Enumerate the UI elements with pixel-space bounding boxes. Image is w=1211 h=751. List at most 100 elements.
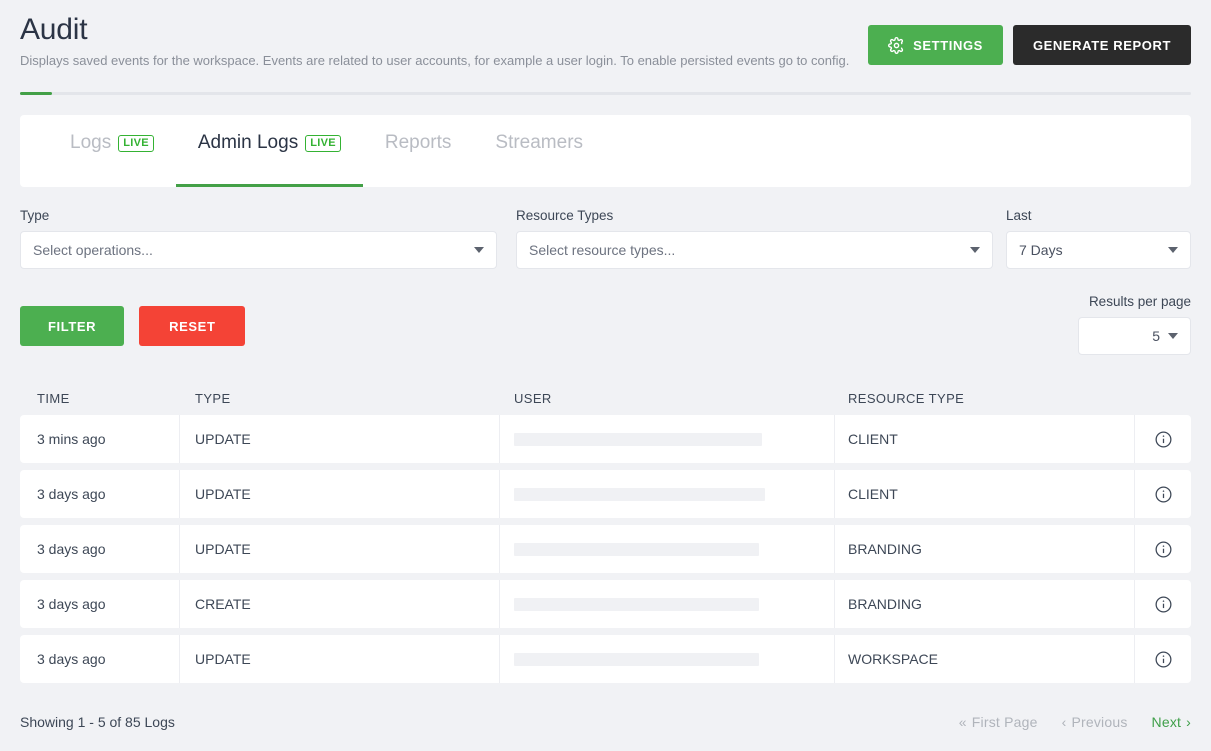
- results-per-page: Results per page 5: [1078, 294, 1191, 355]
- cell-user: [500, 415, 835, 463]
- next-page-label: Next: [1151, 714, 1182, 730]
- generate-report-label: GENERATE REPORT: [1032, 37, 1171, 53]
- cell-user: [500, 635, 835, 683]
- tab-admin-logs-live-badge: LIVE: [305, 134, 341, 152]
- cell-time: 3 days ago: [20, 580, 180, 628]
- info-icon[interactable]: [1154, 650, 1173, 669]
- resource-types-filter: Resource Types Select resource types...: [516, 208, 993, 269]
- chevron-down-icon: [1168, 247, 1178, 253]
- redacted-user-value: [514, 652, 759, 666]
- table-body: 3 mins ago UPDATE CLIENT 3 days ago UPDATE CL…: [20, 415, 1191, 683]
- filter-actions: FILTER RESET: [20, 306, 246, 346]
- cell-user: [500, 525, 835, 573]
- audit-page: Audit Displays saved events for the work…: [0, 0, 1211, 751]
- results-per-page-value: 5: [1152, 328, 1160, 344]
- results-per-page-label: Results per page: [1088, 294, 1191, 309]
- settings-button[interactable]: SETTINGS: [868, 25, 1003, 65]
- double-chevron-left-icon: «: [958, 714, 967, 730]
- gear-icon: [888, 36, 905, 54]
- type-filter-label: Type: [20, 208, 50, 223]
- redacted-user-value: [514, 487, 765, 501]
- info-icon[interactable]: [1154, 595, 1173, 614]
- cell-type: UPDATE: [180, 525, 500, 573]
- tab-admin-logs[interactable]: Admin Logs LIVE: [175, 115, 363, 187]
- previous-page-button[interactable]: ‹ Previous: [1062, 714, 1128, 730]
- cell-actions: [1135, 525, 1191, 573]
- type-select-value: Select operations...: [33, 242, 153, 258]
- tab-bar: Logs LIVE Admin Logs LIVE Reports Stream…: [20, 115, 1191, 187]
- tab-reports[interactable]: Reports: [363, 115, 474, 187]
- redacted-user-value: [514, 597, 759, 611]
- cell-time: 3 days ago: [20, 525, 180, 573]
- cell-resource-type: CLIENT: [835, 470, 1135, 518]
- cell-actions: [1135, 470, 1191, 518]
- cell-resource-type: WORKSPACE: [835, 635, 1135, 683]
- chevron-down-icon: [1168, 333, 1178, 339]
- table-row[interactable]: 3 days ago CREATE BRANDING: [20, 580, 1191, 628]
- resource-types-filter-label: Resource Types: [516, 208, 614, 223]
- cell-type: UPDATE: [180, 635, 500, 683]
- last-select[interactable]: 7 Days: [1006, 231, 1191, 269]
- first-page-button[interactable]: « First Page: [959, 714, 1038, 730]
- cell-user: [500, 470, 835, 518]
- column-header-type: TYPE: [195, 391, 231, 406]
- cell-time: 3 days ago: [20, 470, 180, 518]
- table-row[interactable]: 3 days ago UPDATE CLIENT: [20, 470, 1191, 518]
- last-filter: Last 7 Days: [1006, 208, 1191, 269]
- filter-button[interactable]: FILTER: [20, 306, 125, 346]
- generate-report-button[interactable]: GENERATE REPORT: [1012, 25, 1191, 65]
- chevron-down-icon: [970, 247, 980, 253]
- filter-button-label: FILTER: [48, 318, 97, 334]
- settings-button-label: SETTINGS: [913, 37, 983, 53]
- cell-actions: [1135, 635, 1191, 683]
- table-row[interactable]: 3 mins ago UPDATE CLIENT: [20, 415, 1191, 463]
- cell-type: CREATE: [180, 580, 500, 628]
- tab-reports-label: Reports: [384, 132, 452, 153]
- reset-button[interactable]: RESET: [139, 306, 246, 346]
- next-page-button[interactable]: Next ›: [1152, 714, 1191, 730]
- column-header-user: USER: [514, 391, 552, 406]
- table-row[interactable]: 3 days ago UPDATE BRANDING: [20, 525, 1191, 573]
- column-header-time: TIME: [37, 391, 70, 406]
- pagination: « First Page ‹ Previous Next ›: [959, 714, 1191, 730]
- resource-types-select-value: Select resource types...: [529, 242, 676, 258]
- tab-logs[interactable]: Logs LIVE: [48, 115, 176, 187]
- results-per-page-select[interactable]: 5: [1078, 317, 1191, 355]
- table-header-row: TIME TYPE USER RESOURCE TYPE: [20, 382, 1191, 415]
- chevron-down-icon: [474, 247, 484, 253]
- reset-button-label: RESET: [169, 318, 216, 334]
- cell-resource-type: CLIENT: [835, 415, 1135, 463]
- tab-streamers[interactable]: Streamers: [473, 115, 605, 187]
- previous-page-label: Previous: [1071, 714, 1128, 730]
- progress-track: [20, 92, 1191, 95]
- first-page-label: First Page: [971, 714, 1038, 730]
- progress-fill: [20, 92, 52, 95]
- cell-type: UPDATE: [180, 470, 500, 518]
- info-icon[interactable]: [1154, 485, 1173, 504]
- type-select[interactable]: Select operations...: [20, 231, 497, 269]
- cell-actions: [1135, 580, 1191, 628]
- last-filter-label: Last: [1006, 208, 1032, 223]
- type-filter: Type Select operations...: [20, 208, 497, 269]
- cell-resource-type: BRANDING: [835, 525, 1135, 573]
- column-header-resource-type: RESOURCE TYPE: [848, 391, 965, 406]
- showing-count: Showing 1 - 5 of 85 Logs: [20, 714, 175, 730]
- info-icon[interactable]: [1154, 540, 1173, 559]
- redacted-user-value: [514, 432, 762, 446]
- cell-resource-type: BRANDING: [835, 580, 1135, 628]
- tab-logs-live-badge: LIVE: [118, 134, 154, 152]
- tab-logs-label: Logs: [70, 132, 112, 153]
- last-select-value: 7 Days: [1019, 242, 1063, 258]
- chevron-left-icon: ‹: [1061, 714, 1067, 730]
- cell-time: 3 days ago: [20, 635, 180, 683]
- table-footer: Showing 1 - 5 of 85 Logs « First Page ‹ …: [20, 714, 1191, 730]
- cell-user: [500, 580, 835, 628]
- header-actions: SETTINGS GENERATE REPORT: [868, 25, 1191, 65]
- cell-time: 3 mins ago: [20, 415, 180, 463]
- info-icon[interactable]: [1154, 430, 1173, 449]
- table-row[interactable]: 3 days ago UPDATE WORKSPACE: [20, 635, 1191, 683]
- cell-actions: [1135, 415, 1191, 463]
- audit-log-table: TIME TYPE USER RESOURCE TYPE 3 mins ago U…: [20, 382, 1191, 690]
- tab-admin-logs-label: Admin Logs: [197, 132, 299, 153]
- resource-types-select[interactable]: Select resource types...: [516, 231, 993, 269]
